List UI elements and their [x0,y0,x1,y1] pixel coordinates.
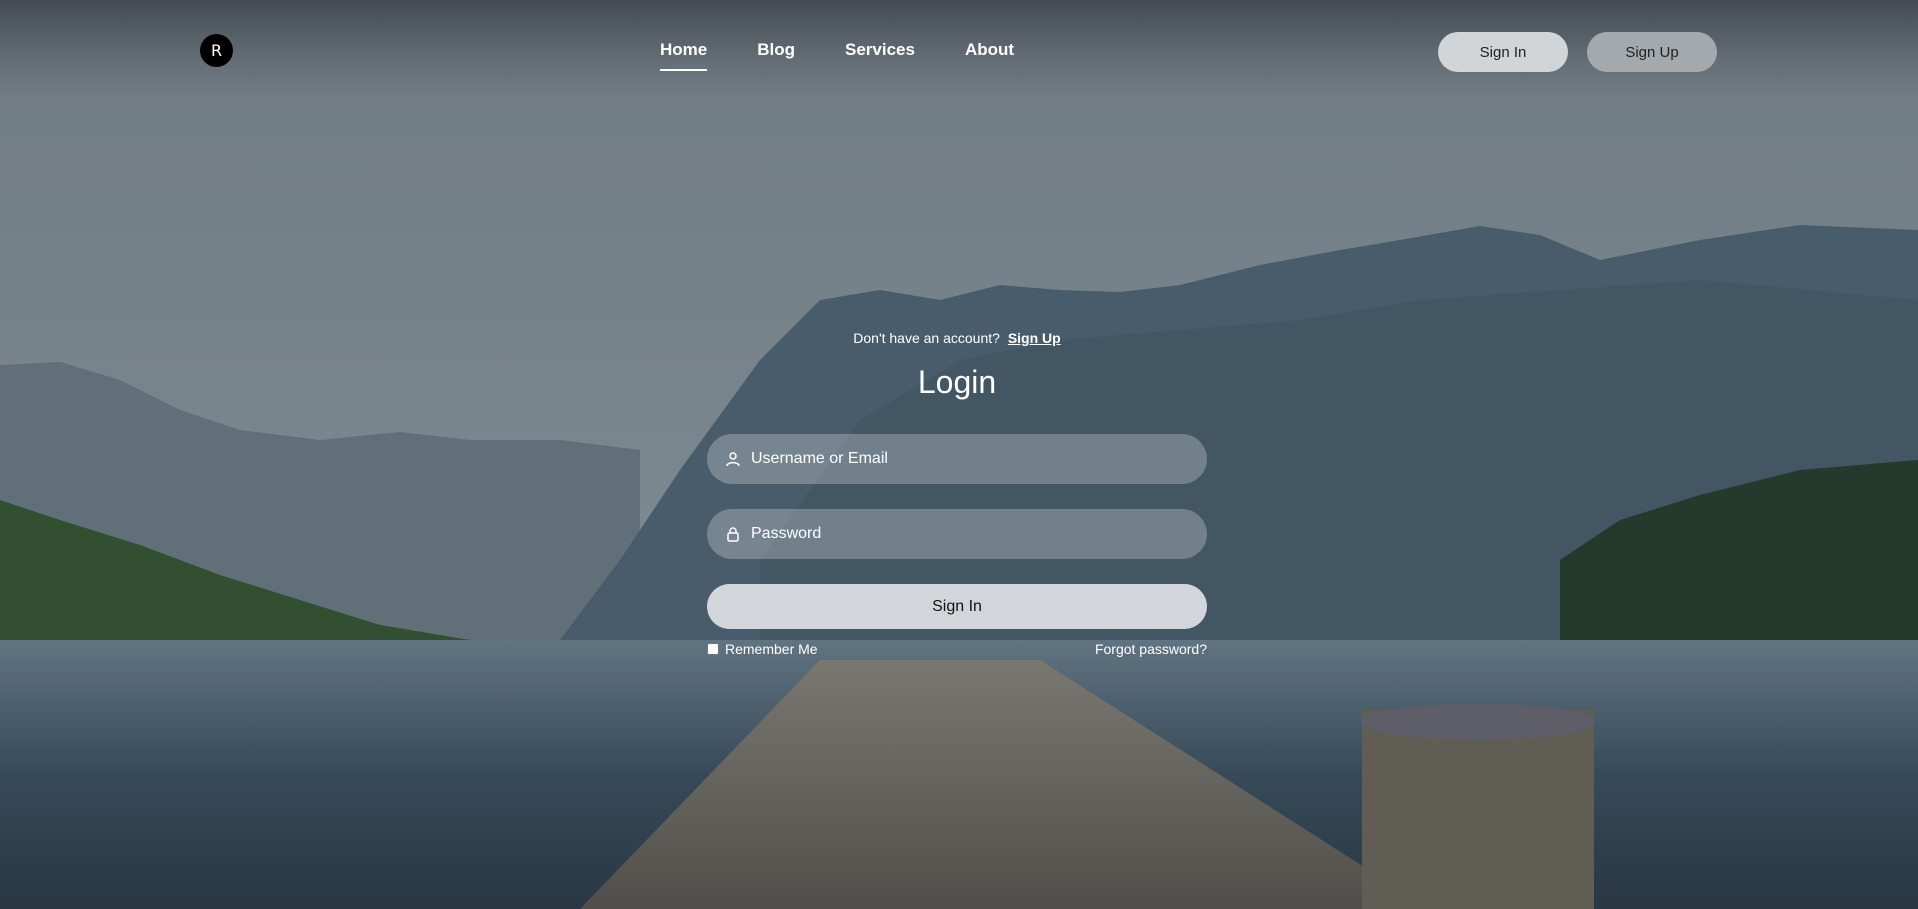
nav-link-services[interactable]: Services [845,40,915,60]
username-field[interactable] [707,434,1207,484]
header-sign-up-button[interactable]: Sign Up [1587,32,1717,72]
forgot-password-link[interactable]: Forgot password? [1095,641,1207,657]
logo-letter: R [210,41,223,60]
login-title: Login [917,364,997,400]
nav-link-home[interactable]: Home [660,40,708,71]
header-sign-in-button[interactable]: Sign In [1438,32,1568,72]
lock-icon [725,526,741,542]
remember-me[interactable]: Remember Me [707,641,818,657]
user-icon [725,451,741,467]
remember-me-label: Remember Me [725,641,818,657]
username-input[interactable] [751,450,1171,468]
signup-prompt-text: Don't have an account? [853,330,1000,346]
password-field[interactable] [707,509,1207,559]
brand-logo[interactable]: R [200,34,233,67]
nav-link-blog[interactable]: Blog [757,40,795,60]
login-form: Don't have an account? Sign Up Login Sig… [707,330,1207,657]
main-nav: Home Blog Services About [660,40,1064,71]
nav-link-about[interactable]: About [965,40,1014,60]
sign-in-submit-button[interactable]: Sign In [707,584,1207,629]
form-options-row: Remember Me Forgot password? [707,641,1207,657]
signup-link[interactable]: Sign Up [1008,330,1061,346]
signup-prompt: Don't have an account? Sign Up [707,330,1207,346]
remember-me-checkbox[interactable] [707,643,719,655]
password-input[interactable] [751,525,1171,543]
